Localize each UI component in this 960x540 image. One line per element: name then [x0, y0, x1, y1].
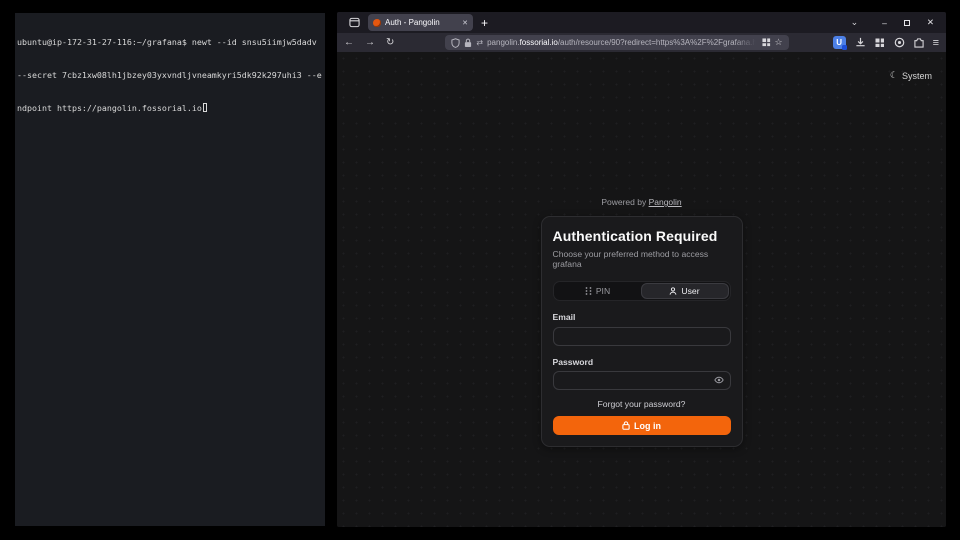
- firefox-view-icon[interactable]: [348, 16, 361, 29]
- pin-keypad-icon: [585, 287, 592, 295]
- theme-toggle-label: System: [902, 71, 932, 81]
- auth-page: ☾ System Powered by Pangolin Authenticat…: [337, 52, 946, 527]
- tab-pin[interactable]: PIN: [555, 283, 641, 299]
- password-field[interactable]: [553, 371, 731, 390]
- reload-button[interactable]: ↻: [386, 38, 394, 48]
- pangolin-favicon-icon: [373, 19, 381, 27]
- terminal-line: --secret 7cbz1xw08lh1jbzey03yxvndljvneam…: [17, 70, 323, 81]
- auth-card: Authentication Required Choose your pref…: [541, 216, 743, 447]
- list-all-tabs-chevron-icon[interactable]: ⌄: [851, 17, 859, 28]
- tracking-protection-shield-icon[interactable]: [451, 38, 460, 48]
- back-button[interactable]: ←: [344, 38, 354, 48]
- card-subtitle: Choose your preferred method to access g…: [553, 249, 731, 269]
- forgot-password-link[interactable]: Forgot your password?: [553, 399, 731, 409]
- terminal-line: ndpoint https://pangolin.fossorial.io: [17, 103, 323, 114]
- auth-center-column: Powered by Pangolin Authentication Requi…: [541, 197, 743, 447]
- theme-toggle[interactable]: ☾ System: [890, 70, 932, 81]
- adblock-circle-icon[interactable]: [894, 37, 905, 48]
- user-icon: [669, 287, 677, 295]
- pangolin-link[interactable]: Pangolin: [649, 197, 682, 207]
- terminal-cursor: [203, 103, 208, 112]
- url-text: pangolin.fossorial.io/auth/resource/90?r…: [487, 38, 755, 47]
- tab-pin-label: PIN: [596, 286, 610, 296]
- terminal-window[interactable]: ubuntu@ip-172-31-27-116:~/grafana$ newt …: [15, 13, 325, 526]
- login-lock-icon: [622, 421, 630, 430]
- menu-hamburger-icon[interactable]: ≡: [933, 37, 939, 49]
- minimize-button[interactable]: –: [882, 18, 887, 28]
- page-actions-grid-icon[interactable]: [762, 38, 771, 47]
- email-label: Email: [553, 312, 731, 322]
- close-button[interactable]: ✕: [927, 17, 934, 28]
- maximize-button[interactable]: [904, 20, 910, 26]
- tab-title: Auth - Pangolin: [385, 18, 458, 27]
- downloads-icon[interactable]: [855, 37, 866, 48]
- powered-by: Powered by Pangolin: [541, 197, 743, 207]
- extension-blue-icon[interactable]: U: [833, 36, 846, 49]
- tab-user[interactable]: User: [641, 283, 729, 299]
- window-controls: – ✕: [882, 17, 934, 28]
- https-lock-icon[interactable]: [464, 38, 472, 48]
- login-button-label: Log in: [634, 421, 661, 431]
- password-field-wrap: [553, 371, 731, 391]
- browser-tab-bar: Auth - Pangolin ✕ + ⌄ – ✕: [337, 12, 946, 33]
- password-label: Password: [553, 357, 731, 367]
- terminal-line: ubuntu@ip-172-31-27-116:~/grafana$ newt …: [17, 37, 323, 48]
- permissions-switch-icon[interactable]: ⇄: [476, 38, 483, 47]
- card-title: Authentication Required: [553, 228, 731, 244]
- email-field-wrap: [553, 326, 731, 346]
- show-password-eye-icon[interactable]: [714, 376, 724, 384]
- forward-button[interactable]: →: [365, 38, 375, 48]
- browser-tab-auth-pangolin[interactable]: Auth - Pangolin ✕: [368, 14, 473, 31]
- email-field[interactable]: [553, 327, 731, 346]
- tab-user-label: User: [681, 286, 699, 296]
- browser-window: Auth - Pangolin ✕ + ⌄ – ✕ ← → ↻ ⇄ pangol…: [337, 12, 946, 527]
- moon-icon: ☾: [890, 70, 898, 81]
- extensions-puzzle-icon[interactable]: [914, 37, 924, 48]
- bookmark-star-icon[interactable]: ☆: [775, 37, 783, 48]
- auth-method-tabs: PIN User: [553, 281, 731, 301]
- login-button[interactable]: Log in: [553, 416, 731, 435]
- browser-toolbar: ← → ↻ ⇄ pangolin.fossorial.io/auth/resou…: [337, 33, 946, 52]
- toolbar-extensions: U ≡: [833, 36, 939, 49]
- tab-close-icon[interactable]: ✕: [462, 19, 468, 27]
- new-tab-button[interactable]: +: [481, 17, 488, 29]
- extension-grid-icon[interactable]: [875, 38, 885, 48]
- url-bar[interactable]: ⇄ pangolin.fossorial.io/auth/resource/90…: [445, 35, 788, 50]
